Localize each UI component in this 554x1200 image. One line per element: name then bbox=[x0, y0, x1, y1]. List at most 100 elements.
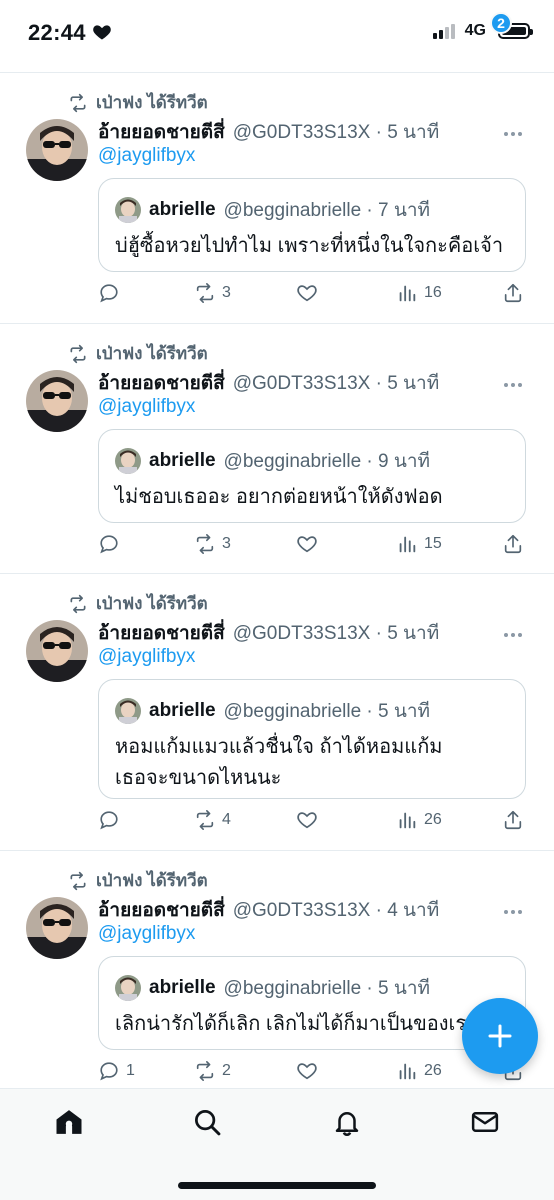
share-button[interactable] bbox=[502, 282, 524, 304]
retweet-button[interactable]: 4 bbox=[194, 809, 231, 831]
tweet[interactable]: เป่าฟง ได้รีทวีต อ้ายยอดชายตีสี่ @G0DT33… bbox=[0, 73, 554, 324]
more-icon[interactable] bbox=[504, 624, 528, 637]
compose-tweet-button[interactable] bbox=[462, 998, 538, 1074]
heart-icon bbox=[93, 25, 111, 40]
messages-badge: 2 bbox=[490, 12, 512, 34]
quote-author-name: abrielle bbox=[149, 977, 216, 998]
retweet-icon bbox=[196, 283, 214, 303]
views-icon bbox=[399, 285, 416, 302]
heart-outline-icon bbox=[297, 1063, 317, 1080]
avatar[interactable] bbox=[26, 620, 88, 682]
retweet-label: เป่าฟง ได้รีทวีต bbox=[96, 594, 208, 613]
reply-button[interactable] bbox=[98, 809, 126, 831]
author-name[interactable]: อ้ายยอดชายตีสี่ bbox=[98, 618, 225, 648]
like-button[interactable] bbox=[296, 809, 318, 831]
reply-icon bbox=[100, 535, 118, 554]
author-handle: @G0DT33S13X · 5 นาที bbox=[232, 373, 440, 394]
bell-icon bbox=[335, 1112, 359, 1136]
views-count: 15 bbox=[424, 535, 442, 552]
tweet-actions: 1 2 26 bbox=[98, 1060, 528, 1086]
nav-notifications[interactable] bbox=[330, 1105, 364, 1139]
retweet-icon bbox=[70, 594, 86, 613]
quote-header: abrielle @begginabrielle · 5 นาที bbox=[115, 696, 430, 726]
retweet-label: เป่าฟง ได้รีทวีต bbox=[96, 871, 208, 890]
views-count: 26 bbox=[424, 811, 442, 828]
retweet-button[interactable]: 2 bbox=[194, 1060, 231, 1082]
heart-outline-icon bbox=[297, 285, 317, 302]
author-name[interactable]: อ้ายยอดชายตีสี่ bbox=[98, 895, 225, 925]
retweet-icon bbox=[196, 534, 214, 554]
tweet[interactable]: เป่าฟง ได้รีทวีต อ้ายยอดชายตีสี่ @G0DT33… bbox=[0, 574, 554, 851]
mail-icon bbox=[471, 1112, 499, 1132]
mention-link[interactable]: @jayglifbyx bbox=[98, 646, 195, 668]
reply-button[interactable]: 1 bbox=[98, 1060, 135, 1082]
share-button[interactable] bbox=[502, 533, 524, 555]
quote-header: abrielle @begginabrielle · 9 นาที bbox=[115, 446, 430, 476]
retweet-count: 4 bbox=[222, 811, 231, 828]
more-icon[interactable] bbox=[504, 901, 528, 914]
tweet-header: อ้ายยอดชายตีสี่ @G0DT33S13X · 5 นาที bbox=[98, 368, 439, 398]
tweet[interactable]: เป่าฟง ได้รีทวีต อ้ายยอดชายตีสี่ @G0DT33… bbox=[0, 324, 554, 574]
reply-icon bbox=[100, 1062, 118, 1081]
tweet-actions: 4 26 bbox=[98, 809, 528, 835]
author-name[interactable]: อ้ายยอดชายตีสี่ bbox=[98, 117, 225, 147]
quote-author-name: abrielle bbox=[149, 700, 216, 721]
views-button[interactable]: 26 bbox=[396, 809, 442, 831]
network-label: 4G bbox=[464, 22, 486, 39]
retweet-count: 3 bbox=[222, 535, 231, 552]
share-button[interactable] bbox=[502, 809, 524, 831]
like-button[interactable] bbox=[296, 282, 318, 304]
retweet-context: เป่าฟง ได้รีทวีต bbox=[68, 89, 208, 116]
home-icon bbox=[56, 1110, 82, 1134]
reply-icon bbox=[100, 284, 118, 303]
like-button[interactable] bbox=[296, 1060, 318, 1082]
home-indicator bbox=[178, 1182, 376, 1189]
share-icon bbox=[504, 810, 522, 830]
retweet-label: เป่าฟง ได้รีทวีต bbox=[96, 344, 208, 363]
reply-button[interactable] bbox=[98, 282, 126, 304]
retweet-button[interactable]: 3 bbox=[194, 282, 231, 304]
nav-home[interactable] bbox=[52, 1105, 86, 1139]
retweet-icon bbox=[196, 810, 214, 830]
quoted-tweet[interactable]: abrielle @begginabrielle · 5 นาที หอมแก้… bbox=[98, 679, 526, 799]
signal-icon bbox=[432, 23, 455, 39]
quote-avatar bbox=[115, 975, 141, 1001]
quoted-tweet[interactable]: abrielle @begginabrielle · 7 นาที บ่ฮู้ซ… bbox=[98, 178, 526, 272]
mention-link[interactable]: @jayglifbyx bbox=[98, 396, 195, 418]
more-icon[interactable] bbox=[504, 374, 528, 387]
retweet-button[interactable]: 3 bbox=[194, 533, 231, 555]
status-indicators: 4G bbox=[432, 22, 533, 40]
reply-count: 1 bbox=[126, 1062, 135, 1079]
views-button[interactable]: 16 bbox=[396, 282, 442, 304]
views-icon bbox=[399, 812, 416, 829]
quote-avatar bbox=[115, 698, 141, 724]
like-button[interactable] bbox=[296, 533, 318, 555]
quote-text: หอมแก้มแมวแล้วชื่นใจ ถ้าได้หอมแก้มเธอจะข… bbox=[115, 736, 443, 789]
mention-link[interactable]: @jayglifbyx bbox=[98, 145, 195, 167]
more-icon[interactable] bbox=[504, 123, 528, 136]
nav-messages[interactable] bbox=[468, 1105, 502, 1139]
retweet-context: เป่าฟง ได้รีทวีต bbox=[68, 867, 208, 894]
plus-icon bbox=[488, 1024, 512, 1048]
avatar[interactable] bbox=[26, 897, 88, 959]
views-icon bbox=[399, 1063, 416, 1080]
tweet-header: อ้ายยอดชายตีสี่ @G0DT33S13X · 5 นาที bbox=[98, 117, 439, 147]
quote-header: abrielle @begginabrielle · 7 นาที bbox=[115, 195, 430, 225]
quoted-tweet[interactable]: abrielle @begginabrielle · 9 นาที ไม่ชอบ… bbox=[98, 429, 526, 523]
author-name[interactable]: อ้ายยอดชายตีสี่ bbox=[98, 368, 225, 398]
author-handle: @G0DT33S13X · 5 นาที bbox=[232, 623, 440, 644]
reply-button[interactable] bbox=[98, 533, 126, 555]
views-button[interactable]: 15 bbox=[396, 533, 442, 555]
avatar[interactable] bbox=[26, 119, 88, 181]
tweet-actions: 3 15 bbox=[98, 533, 528, 559]
quote-text: บ่ฮู้ซื้อหวยไปทำไม เพราะที่หนึ่งในใจกะคื… bbox=[115, 235, 504, 257]
nav-search[interactable] bbox=[190, 1105, 224, 1139]
mention-link[interactable]: @jayglifbyx bbox=[98, 923, 195, 945]
author-handle: @G0DT33S13X · 4 นาที bbox=[232, 900, 440, 921]
avatar[interactable] bbox=[26, 370, 88, 432]
retweet-label: เป่าฟง ได้รีทวีต bbox=[96, 93, 208, 112]
views-button[interactable]: 26 bbox=[396, 1060, 442, 1082]
timeline-feed: เป่าฟง ได้รีทวีต อ้ายยอดชายตีสี่ @G0DT33… bbox=[0, 73, 554, 1091]
status-time: 22:44 bbox=[28, 20, 86, 45]
status-bar: 22:44 4G bbox=[0, 0, 554, 66]
